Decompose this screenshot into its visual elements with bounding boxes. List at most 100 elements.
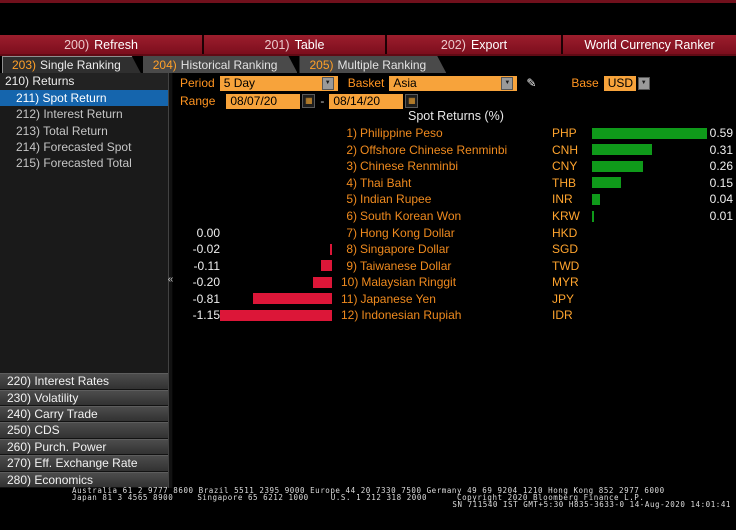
sidebar: 210) Returns 211) Spot Return212) Intere… bbox=[0, 73, 168, 488]
currency-row-twd[interactable]: -0.119)Taiwanese DollarTWD bbox=[174, 257, 736, 274]
currency-name: South Korean Won bbox=[360, 209, 461, 223]
currency-row-krw[interactable]: 6)South Korean WonKRW0.01 bbox=[174, 208, 736, 225]
shortcut-number: 201) bbox=[265, 38, 290, 52]
negative-value: 0.00 bbox=[174, 226, 220, 240]
sidebar-item-spot-return[interactable]: 211) Spot Return bbox=[0, 90, 168, 106]
currency-ticker: PHP bbox=[552, 126, 592, 140]
currency-row-idr[interactable]: -1.1512)Indonesian RupiahIDR bbox=[174, 307, 736, 324]
basket-dropdown[interactable]: Asia ▼ bbox=[389, 76, 517, 91]
tab-historical-ranking[interactable]: 204)Historical Ranking bbox=[143, 56, 298, 73]
currency-name: Philippine Peso bbox=[360, 126, 443, 140]
tab-label: Multiple Ranking bbox=[338, 58, 427, 72]
wcrs-screen: 200)Refresh201)Table202)Export World Cur… bbox=[0, 0, 736, 530]
sidebar-item-cds[interactable]: 250) CDS bbox=[0, 422, 168, 438]
toolbar-button-table[interactable]: 201)Table bbox=[204, 35, 387, 54]
toolbar-button-export[interactable]: 202)Export bbox=[387, 35, 563, 54]
sidebar-item-forecasted-total[interactable]: 215) Forecasted Total bbox=[0, 155, 168, 171]
positive-value: 0.59 bbox=[708, 126, 736, 140]
currency-ticker: HKD bbox=[552, 226, 592, 240]
currency-row-php[interactable]: 1)Philippine PesoPHP0.59 bbox=[174, 125, 736, 142]
currency-ticker: TWD bbox=[552, 259, 592, 273]
positive-bar-track bbox=[592, 194, 708, 205]
sidebar-item-total-return[interactable]: 213) Total Return bbox=[0, 123, 168, 139]
currency-name: Indian Rupee bbox=[360, 192, 431, 206]
negative-bar bbox=[313, 277, 332, 288]
currency-label: 10)Malaysian Ringgit bbox=[332, 275, 552, 289]
range-start-input[interactable]: 08/07/20 bbox=[226, 94, 300, 109]
chevron-down-icon[interactable]: ▼ bbox=[638, 77, 650, 90]
positive-bar-track bbox=[592, 144, 708, 155]
period-dropdown[interactable]: 5 Day ▼ bbox=[220, 76, 338, 91]
currency-ticker: KRW bbox=[552, 209, 592, 223]
negative-value: -1.15 bbox=[174, 308, 220, 322]
currency-row-inr[interactable]: 5)Indian RupeeINR0.04 bbox=[174, 191, 736, 208]
positive-value: 0.15 bbox=[708, 176, 736, 190]
positive-bar-track bbox=[592, 227, 708, 238]
negative-bar-track bbox=[220, 227, 332, 238]
negative-bar-track bbox=[220, 260, 332, 271]
sidebar-item-returns[interactable]: 210) Returns bbox=[0, 73, 168, 90]
tab-label: Single Ranking bbox=[40, 58, 121, 72]
status-segment: Japan 81 3 4565 8900 bbox=[72, 495, 173, 502]
sidebar-bottom-group: 220) Interest Rates230) Volatility240) C… bbox=[0, 373, 168, 488]
negative-value: -0.81 bbox=[174, 292, 220, 306]
shortcut-number: 205) bbox=[309, 58, 333, 72]
chevron-down-icon[interactable]: ▼ bbox=[501, 77, 513, 90]
sidebar-item-purch-power[interactable]: 260) Purch. Power bbox=[0, 439, 168, 455]
negative-bar-track bbox=[220, 128, 332, 139]
chart-title: Spot Returns (%) bbox=[408, 108, 736, 125]
calendar-icon[interactable]: ▦ bbox=[302, 94, 315, 108]
sidebar-item-eff-exchange-rate[interactable]: 270) Eff. Exchange Rate bbox=[0, 455, 168, 471]
currency-label: 4)Thai Baht bbox=[332, 176, 552, 190]
rank-number: 7) bbox=[341, 226, 357, 240]
range-start-value: 08/07/20 bbox=[230, 94, 277, 108]
range-end-value: 08/14/20 bbox=[333, 94, 380, 108]
sidebar-item-forecasted-spot[interactable]: 214) Forecasted Spot bbox=[0, 139, 168, 155]
sidebar-item-carry-trade[interactable]: 240) Carry Trade bbox=[0, 406, 168, 422]
sidebar-item-volatility[interactable]: 230) Volatility bbox=[0, 390, 168, 406]
calendar-icon[interactable]: ▦ bbox=[405, 94, 418, 108]
sidebar-returns-label: Returns bbox=[32, 74, 74, 88]
positive-bar bbox=[592, 128, 707, 139]
negative-value: -0.20 bbox=[174, 275, 220, 289]
rank-number: 4) bbox=[341, 176, 357, 190]
basket-label: Basket bbox=[348, 76, 385, 90]
negative-bar-track bbox=[220, 310, 332, 321]
negative-bar-track bbox=[220, 277, 332, 288]
toolbar-button-refresh[interactable]: 200)Refresh bbox=[0, 35, 204, 54]
rank-number: 2) bbox=[341, 143, 357, 157]
tab-multiple-ranking[interactable]: 205) Multiple Ranking bbox=[299, 56, 446, 73]
currency-row-jpy[interactable]: -0.8111)Japanese YenJPY bbox=[174, 290, 736, 307]
currency-name: Taiwanese Dollar bbox=[360, 259, 451, 273]
tab-single-ranking[interactable]: 203)Single Ranking bbox=[2, 56, 141, 73]
positive-value: 0.04 bbox=[708, 192, 736, 206]
currency-row-sgd[interactable]: -0.028)Singapore DollarSGD bbox=[174, 241, 736, 258]
shortcut-number: 200) bbox=[64, 38, 89, 52]
currency-row-cny[interactable]: 3)Chinese RenminbiCNY0.26 bbox=[174, 158, 736, 175]
status-bar: Australia 61 2 9777 8600 Brazil 5511 239… bbox=[0, 488, 736, 510]
shortcut-number: 202) bbox=[441, 38, 466, 52]
sidebar-item-interest-rates[interactable]: 220) Interest Rates bbox=[0, 373, 168, 389]
currency-row-thb[interactable]: 4)Thai BahtTHB0.15 bbox=[174, 175, 736, 192]
negative-bar bbox=[220, 310, 332, 321]
currency-row-hkd[interactable]: 0.007)Hong Kong DollarHKD bbox=[174, 224, 736, 241]
positive-bar-track bbox=[592, 277, 708, 288]
positive-bar-track bbox=[592, 260, 708, 271]
negative-bar-track bbox=[220, 161, 332, 172]
currency-label: 2)Offshore Chinese Renminbi bbox=[332, 143, 552, 157]
sidebar-item-interest-return[interactable]: 212) Interest Return bbox=[0, 106, 168, 122]
positive-bar-track bbox=[592, 177, 708, 188]
rank-number: 3) bbox=[341, 159, 357, 173]
rank-number: 12) bbox=[341, 308, 358, 322]
currency-row-cnh[interactable]: 2)Offshore Chinese RenminbiCNH0.31 bbox=[174, 142, 736, 159]
positive-bar bbox=[592, 177, 621, 188]
sidebar-returns-group: 211) Spot Return212) Interest Return213)… bbox=[0, 90, 168, 171]
positive-bar bbox=[592, 194, 600, 205]
currency-name: Thai Baht bbox=[360, 176, 411, 190]
currency-row-myr[interactable]: -0.2010)Malaysian RinggitMYR bbox=[174, 274, 736, 291]
range-end-input[interactable]: 08/14/20 bbox=[329, 94, 403, 109]
currency-ticker: SGD bbox=[552, 242, 592, 256]
edit-pencil-icon[interactable]: ✎ bbox=[523, 76, 539, 91]
base-dropdown[interactable]: USD bbox=[604, 76, 636, 91]
chevron-down-icon[interactable]: ▼ bbox=[322, 77, 334, 90]
